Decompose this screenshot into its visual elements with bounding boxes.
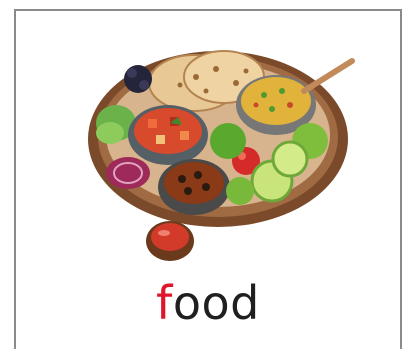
- flashcard: food: [14, 9, 402, 349]
- word-rest: ood: [172, 276, 260, 330]
- flashcard-word: food: [16, 273, 400, 333]
- indian-thali-food-illustration: [88, 50, 355, 261]
- word-first-letter: f: [156, 276, 173, 330]
